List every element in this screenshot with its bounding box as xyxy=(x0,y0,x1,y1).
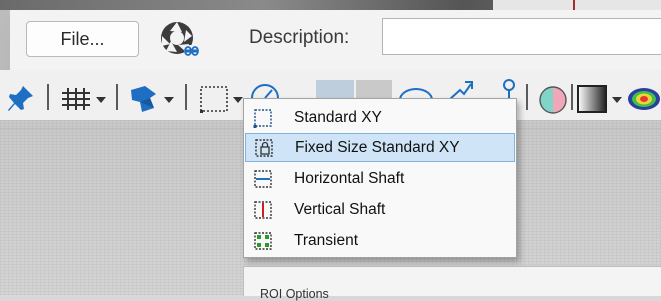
palette-icon[interactable] xyxy=(128,84,162,114)
vertical-shaft-icon xyxy=(254,200,272,219)
menu-item-label: Horizontal Shaft xyxy=(294,169,405,187)
transient-icon xyxy=(254,231,272,250)
menu-item-label: Transient xyxy=(294,231,359,249)
file-button[interactable]: File... xyxy=(26,21,139,57)
toolbar-separator xyxy=(47,84,49,110)
grid-icon[interactable] xyxy=(60,86,92,112)
menu-item-transient[interactable]: Transient xyxy=(245,226,515,255)
menu-item-fixed-size-standard-xy[interactable]: Fixed Size Standard XY xyxy=(245,133,515,162)
description-label: Description: xyxy=(249,27,350,48)
menu-item-label: Fixed Size Standard XY xyxy=(295,138,460,156)
standard-xy-icon xyxy=(253,108,272,128)
roi-options-title: ROI Options xyxy=(260,287,329,301)
menu-item-label: Standard XY xyxy=(294,108,382,126)
description-input[interactable] xyxy=(382,18,661,55)
toolbar-separator xyxy=(571,84,573,110)
color-wheel-icon[interactable] xyxy=(536,84,570,116)
camera-aperture-link-icon[interactable] xyxy=(156,18,202,60)
toolbar-separator xyxy=(185,84,187,110)
pin-icon[interactable] xyxy=(6,86,36,114)
palette-dropdown-caret-icon[interactable] xyxy=(164,97,174,103)
gradient-icon[interactable] xyxy=(576,84,610,114)
location-pin-icon[interactable] xyxy=(500,78,518,100)
grid-dropdown-caret-icon[interactable] xyxy=(96,97,106,103)
red-divider xyxy=(573,0,575,10)
menu-item-vertical-shaft[interactable]: Vertical Shaft xyxy=(245,195,515,224)
fixed-size-lock-icon xyxy=(255,138,273,157)
heatmap-icon[interactable] xyxy=(627,86,661,112)
ellipse-icon[interactable] xyxy=(398,80,434,100)
horizontal-shaft-icon xyxy=(254,169,272,188)
toolbar-separator xyxy=(526,84,528,110)
gradient-dropdown-caret-icon[interactable] xyxy=(612,97,622,103)
toolbar-separator xyxy=(116,84,118,110)
roi-options-panel: ROI Options xyxy=(243,266,661,301)
gauge-icon[interactable] xyxy=(250,80,280,100)
roi-selection-icon[interactable] xyxy=(198,84,232,114)
menu-item-horizontal-shaft[interactable]: Horizontal Shaft xyxy=(245,164,515,193)
right-panel-edge xyxy=(493,0,661,10)
active-tool-highlight[interactable] xyxy=(316,80,354,100)
menu-item-label: Vertical Shaft xyxy=(294,200,386,218)
roi-dropdown-caret-icon[interactable] xyxy=(233,97,243,103)
tool-button[interactable] xyxy=(356,80,392,100)
menu-item-standard-xy[interactable]: Standard XY xyxy=(245,103,515,132)
roi-type-menu: Standard XY Fixed Size Standard XY Horiz… xyxy=(243,98,517,258)
